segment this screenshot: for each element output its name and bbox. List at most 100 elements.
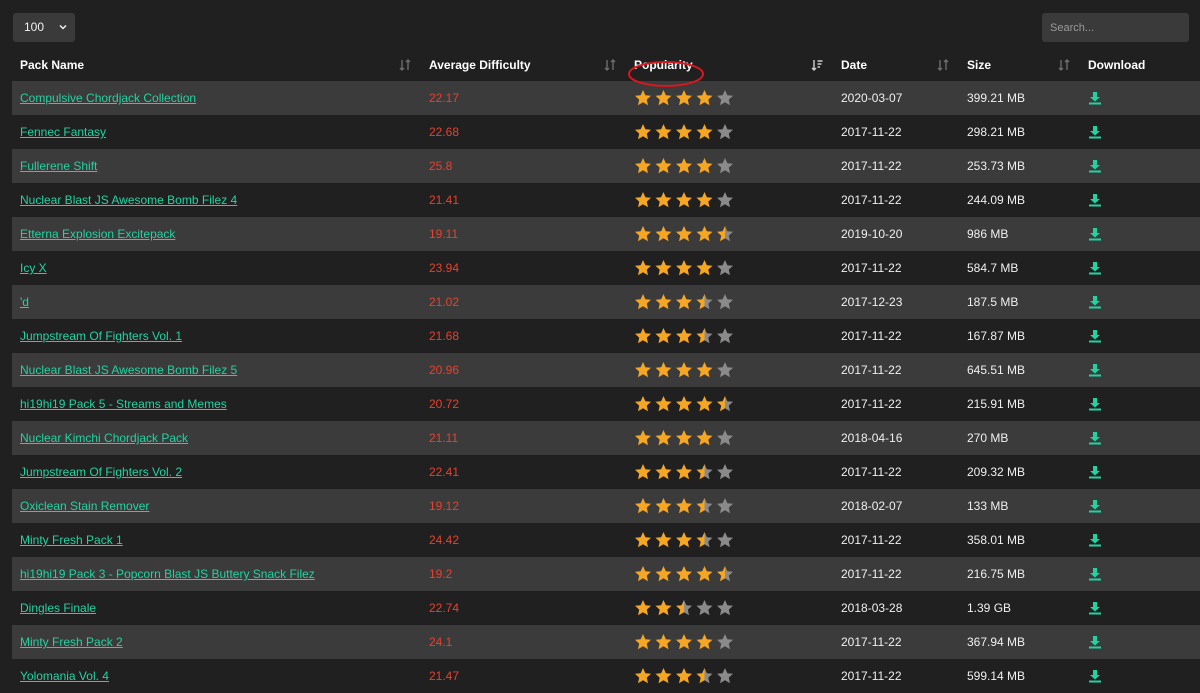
popularity-cell <box>626 591 833 625</box>
size-value: 367.94 MB <box>959 625 1080 659</box>
size-value: 270 MB <box>959 421 1080 455</box>
star-icon <box>717 192 733 208</box>
popularity-cell <box>626 319 833 353</box>
table-row: Dingles Finale 22.74 2018-03-28 1.39 GB <box>12 591 1200 625</box>
download-cell <box>1080 557 1200 591</box>
average-difficulty-value: 22.74 <box>421 591 626 625</box>
popularity-cell <box>626 285 833 319</box>
date-value: 2017-12-23 <box>833 285 959 319</box>
date-value: 2017-11-22 <box>833 353 959 387</box>
column-header-size[interactable]: Size <box>959 49 1080 81</box>
download-icon[interactable] <box>1088 499 1102 513</box>
pack-name-cell: Compulsive Chordjack Collection <box>12 81 421 115</box>
size-value: 216.75 MB <box>959 557 1080 591</box>
download-icon[interactable] <box>1088 431 1102 445</box>
date-value: 2018-04-16 <box>833 421 959 455</box>
table-row: Jumpstream Of Fighters Vol. 1 21.68 2017-1… <box>12 319 1200 353</box>
star-icon <box>635 566 651 582</box>
table-row: Jumpstream Of Fighters Vol. 2 22.41 2017-1… <box>12 455 1200 489</box>
column-header-average-difficulty[interactable]: Average Difficulty <box>421 49 626 81</box>
popularity-cell <box>626 557 833 591</box>
star-icon <box>717 668 733 684</box>
download-icon[interactable] <box>1088 567 1102 581</box>
download-cell <box>1080 183 1200 217</box>
download-icon[interactable] <box>1088 533 1102 547</box>
pack-name-link[interactable]: Dingles Finale <box>20 601 96 615</box>
download-icon[interactable] <box>1088 193 1102 207</box>
download-icon[interactable] <box>1088 601 1102 615</box>
star-rating <box>635 532 733 548</box>
download-cell <box>1080 217 1200 251</box>
table-header-row: Pack Name Average Difficulty Popularity <box>12 49 1200 87</box>
star-rating <box>635 90 733 106</box>
star-icon <box>655 464 672 480</box>
pack-name-cell: Minty Fresh Pack 1 <box>12 523 421 557</box>
star-rating <box>635 498 733 514</box>
page-size-select[interactable]: 100 <box>13 13 75 42</box>
pack-name-link[interactable]: hi19hi19 Pack 3 - Popcorn Blast JS Butte… <box>20 567 315 581</box>
download-cell <box>1080 387 1200 421</box>
pack-name-link[interactable]: 'd <box>20 295 29 309</box>
download-icon[interactable] <box>1088 465 1102 479</box>
star-icon <box>676 328 692 344</box>
pack-name-link[interactable]: Jumpstream Of Fighters Vol. 1 <box>20 329 182 343</box>
download-icon[interactable] <box>1088 295 1102 309</box>
column-header-date[interactable]: Date <box>833 49 959 81</box>
column-header-pack-name[interactable]: Pack Name <box>12 49 421 81</box>
download-cell <box>1080 149 1200 183</box>
star-icon <box>696 600 713 616</box>
pack-name-link[interactable]: Etterna Explosion Excitepack <box>20 227 175 241</box>
packs-table: Pack Name Average Difficulty Popularity <box>12 49 1200 693</box>
pack-name-link[interactable]: Nuclear Blast JS Awesome Bomb Filez 4 <box>20 193 237 207</box>
star-icon <box>696 430 713 446</box>
star-icon <box>676 668 692 684</box>
star-rating <box>635 260 733 276</box>
star-icon <box>635 260 651 276</box>
pack-name-link[interactable]: Nuclear Blast JS Awesome Bomb Filez 5 <box>20 363 237 377</box>
chevron-down-icon <box>59 24 67 30</box>
sort-icon <box>937 59 949 71</box>
download-icon[interactable] <box>1088 125 1102 139</box>
search-input[interactable] <box>1042 13 1189 42</box>
download-icon[interactable] <box>1088 227 1102 241</box>
pack-name-link[interactable]: Fullerene Shift <box>20 159 97 173</box>
download-icon[interactable] <box>1088 669 1102 683</box>
star-icon <box>635 498 651 514</box>
download-icon[interactable] <box>1088 261 1102 275</box>
pack-name-link[interactable]: Minty Fresh Pack 2 <box>20 635 123 649</box>
star-icon <box>655 396 672 412</box>
pack-name-link[interactable]: Compulsive Chordjack Collection <box>20 91 196 105</box>
pack-name-link[interactable]: Oxiclean Stain Remover <box>20 499 149 513</box>
pack-name-link[interactable]: Icy X <box>20 261 47 275</box>
size-value: 167.87 MB <box>959 319 1080 353</box>
pack-name-link[interactable]: Jumpstream Of Fighters Vol. 2 <box>20 465 182 479</box>
table-row: Minty Fresh Pack 1 24.42 2017-11-22 358.01 … <box>12 523 1200 557</box>
download-icon[interactable] <box>1088 159 1102 173</box>
download-icon[interactable] <box>1088 635 1102 649</box>
star-icon <box>655 192 672 208</box>
table-row: Minty Fresh Pack 2 24.1 2017-11-22 367.94 M… <box>12 625 1200 659</box>
pack-name-link[interactable]: Nuclear Kimchi Chordjack Pack <box>20 431 188 445</box>
pack-name-link[interactable]: Yolomania Vol. 4 <box>20 669 109 683</box>
star-icon <box>676 464 692 480</box>
download-icon[interactable] <box>1088 363 1102 377</box>
column-header-popularity[interactable]: Popularity <box>626 49 833 87</box>
date-value: 2017-11-22 <box>833 659 959 693</box>
date-value: 2017-11-22 <box>833 523 959 557</box>
star-rating <box>635 600 733 616</box>
average-difficulty-value: 21.11 <box>421 421 626 455</box>
pack-name-link[interactable]: Minty Fresh Pack 1 <box>20 533 123 547</box>
download-icon[interactable] <box>1088 329 1102 343</box>
download-icon[interactable] <box>1088 91 1102 105</box>
star-icon <box>676 226 692 242</box>
pack-name-link[interactable]: hi19hi19 Pack 5 - Streams and Memes <box>20 397 227 411</box>
date-value: 2019-10-20 <box>833 217 959 251</box>
star-icon <box>696 634 713 650</box>
star-icon <box>635 90 651 106</box>
star-icon <box>635 294 651 310</box>
star-icon <box>635 226 651 242</box>
pack-name-cell: Etterna Explosion Excitepack <box>12 217 421 251</box>
download-icon[interactable] <box>1088 397 1102 411</box>
star-icon <box>655 260 672 276</box>
pack-name-link[interactable]: Fennec Fantasy <box>20 125 106 139</box>
